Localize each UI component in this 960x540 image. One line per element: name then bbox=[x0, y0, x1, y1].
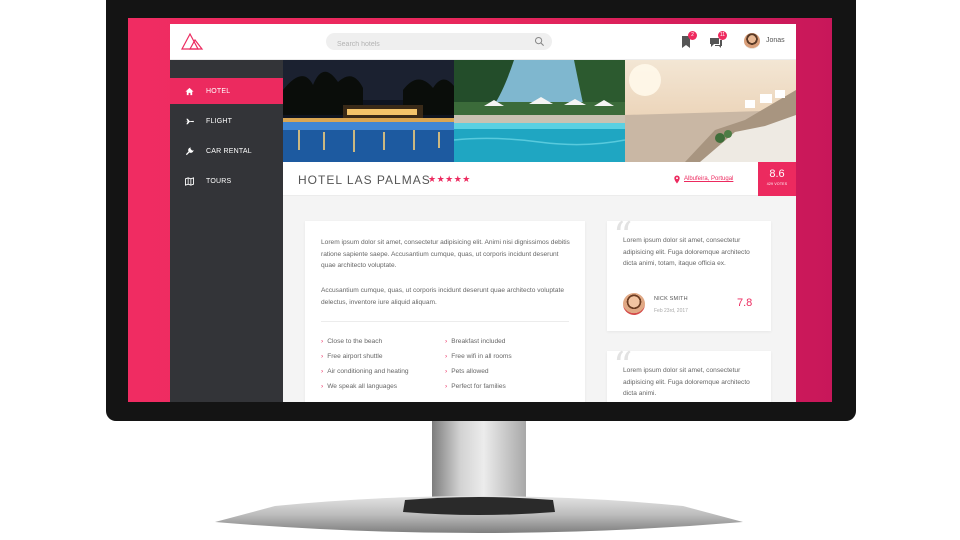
feature-item: › Free wifi in all rooms bbox=[445, 353, 512, 360]
hero-photo-coast[interactable] bbox=[625, 60, 796, 162]
star-rating: ★★★★★ bbox=[428, 174, 471, 184]
user-avatar[interactable] bbox=[744, 33, 760, 49]
description-paragraph: Lorem ipsum dolor sit amet, consectetur … bbox=[321, 239, 570, 269]
sidebar-item-hotel[interactable]: HOTEL bbox=[170, 78, 283, 104]
chevron-right-icon: › bbox=[321, 383, 324, 390]
divider bbox=[321, 321, 569, 322]
hero-photo-night-pool[interactable] bbox=[283, 60, 454, 162]
chevron-right-icon: › bbox=[445, 353, 448, 360]
reviewer-avatar bbox=[623, 293, 645, 315]
chevron-right-icon: › bbox=[445, 368, 448, 375]
messages-badge: 11 bbox=[718, 31, 727, 40]
hotel-title-bar: HOTEL LAS PALMAS ★★★★★ Albufeira, Portug… bbox=[283, 162, 796, 196]
sidebar: HOTEL FLIGHT CAR RENTAL TOURS bbox=[170, 60, 283, 402]
sidebar-item-label: HOTEL bbox=[206, 87, 231, 95]
feature-item: › Pets allowed bbox=[445, 368, 489, 375]
review-score: 7.8 bbox=[737, 297, 753, 309]
main-content: Lorem ipsum dolor sit amet, consectetur … bbox=[283, 196, 796, 402]
hero-gallery bbox=[283, 60, 796, 162]
chevron-right-icon: › bbox=[321, 353, 324, 360]
search-input[interactable] bbox=[326, 36, 516, 53]
sidebar-item-label: FLIGHT bbox=[206, 117, 233, 125]
bookmark-badge: 2 bbox=[688, 31, 697, 40]
chevron-right-icon: › bbox=[445, 383, 448, 390]
hotel-score: 8.6 bbox=[769, 168, 785, 180]
reviewer-name: NICK SMITH bbox=[654, 296, 688, 302]
review-card: “ Lorem ipsum dolor sit amet, consectetu… bbox=[607, 217, 771, 331]
review-date: Feb 23rd, 2017 bbox=[654, 308, 688, 314]
hotel-score-badge: 8.6 429 VOTES bbox=[758, 162, 796, 196]
feature-item: › Perfect for families bbox=[445, 383, 506, 390]
description-paragraph: Accusantium cumque, quas, ut corporis in… bbox=[321, 287, 565, 306]
sidebar-item-flight[interactable]: FLIGHT bbox=[170, 108, 283, 134]
sidebar-item-tours[interactable]: TOURS bbox=[170, 168, 283, 194]
feature-item: › Free airport shuttle bbox=[321, 353, 383, 360]
review-text: Lorem ipsum dolor sit amet, consectetur … bbox=[623, 237, 750, 267]
description-card: Lorem ipsum dolor sit amet, consectetur … bbox=[305, 221, 585, 402]
map-icon bbox=[185, 176, 194, 186]
review-text: Lorem ipsum dolor sit amet, consectetur … bbox=[623, 367, 750, 397]
review-card: “ Lorem ipsum dolor sit amet, consectetu… bbox=[607, 347, 771, 402]
chevron-right-icon: › bbox=[321, 338, 324, 345]
sidebar-item-label: TOURS bbox=[206, 177, 232, 185]
search-icon[interactable] bbox=[534, 36, 545, 47]
home-icon bbox=[185, 87, 194, 96]
feature-item: › We speak all languages bbox=[321, 383, 398, 390]
sidebar-item-label: CAR RENTAL bbox=[206, 147, 252, 155]
sidebar-item-car-rental[interactable]: CAR RENTAL bbox=[170, 138, 283, 164]
chevron-right-icon: › bbox=[445, 338, 448, 345]
monitor-stand-neck bbox=[432, 421, 526, 499]
monitor-stand-base bbox=[215, 496, 743, 533]
feature-item: › Air conditioning and heating bbox=[321, 368, 409, 375]
hotel-title: HOTEL LAS PALMAS bbox=[298, 173, 431, 187]
top-bar: 2 11 Jonas bbox=[170, 24, 796, 60]
app-window: 2 11 Jonas HOTEL bbox=[170, 24, 796, 402]
plane-icon bbox=[185, 117, 194, 126]
user-name[interactable]: Jonas bbox=[766, 37, 785, 44]
hotel-location-link[interactable]: Albufeira, Portugal bbox=[684, 176, 733, 182]
chevron-right-icon: › bbox=[321, 368, 324, 375]
monitor-screen: 2 11 Jonas HOTEL bbox=[128, 18, 832, 402]
search-box bbox=[326, 33, 552, 53]
feature-item: › Breakfast included bbox=[445, 338, 506, 345]
feature-item: › Close to the beach bbox=[321, 338, 383, 345]
hero-photo-day-pool[interactable] bbox=[454, 60, 625, 162]
logo-icon[interactable] bbox=[180, 31, 204, 51]
wrench-icon bbox=[185, 146, 194, 156]
hotel-score-caption: 429 VOTES bbox=[766, 182, 788, 186]
location-pin-icon bbox=[674, 175, 680, 184]
messages-button[interactable]: 11 bbox=[708, 31, 727, 50]
bookmark-button[interactable]: 2 bbox=[678, 31, 697, 50]
